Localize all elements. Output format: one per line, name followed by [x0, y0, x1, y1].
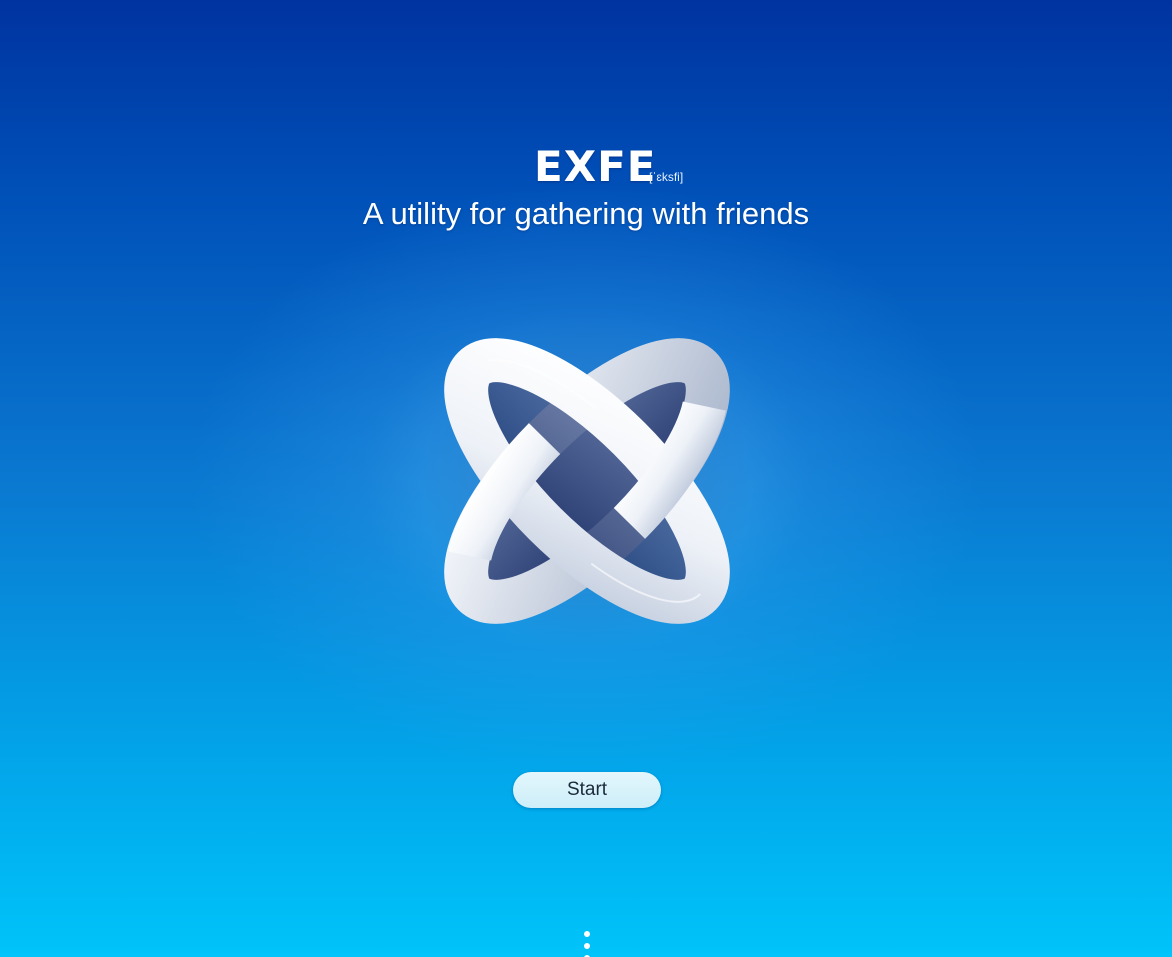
dot	[584, 931, 590, 937]
ribbon-x-logo-icon	[422, 319, 752, 649]
app-title: EXFE	[534, 142, 657, 191]
app-header: EXFE [ˈɛksfi] A utility for gathering wi…	[0, 138, 1172, 231]
dot	[584, 943, 590, 949]
title-row: EXFE [ˈɛksfi]	[0, 138, 1172, 194]
vertical-dots-icon[interactable]	[580, 928, 594, 957]
start-button[interactable]: Start	[513, 772, 661, 808]
app-tagline: A utility for gathering with friends	[362, 196, 810, 231]
app-phonetic: [ˈɛksfi]	[649, 170, 684, 184]
